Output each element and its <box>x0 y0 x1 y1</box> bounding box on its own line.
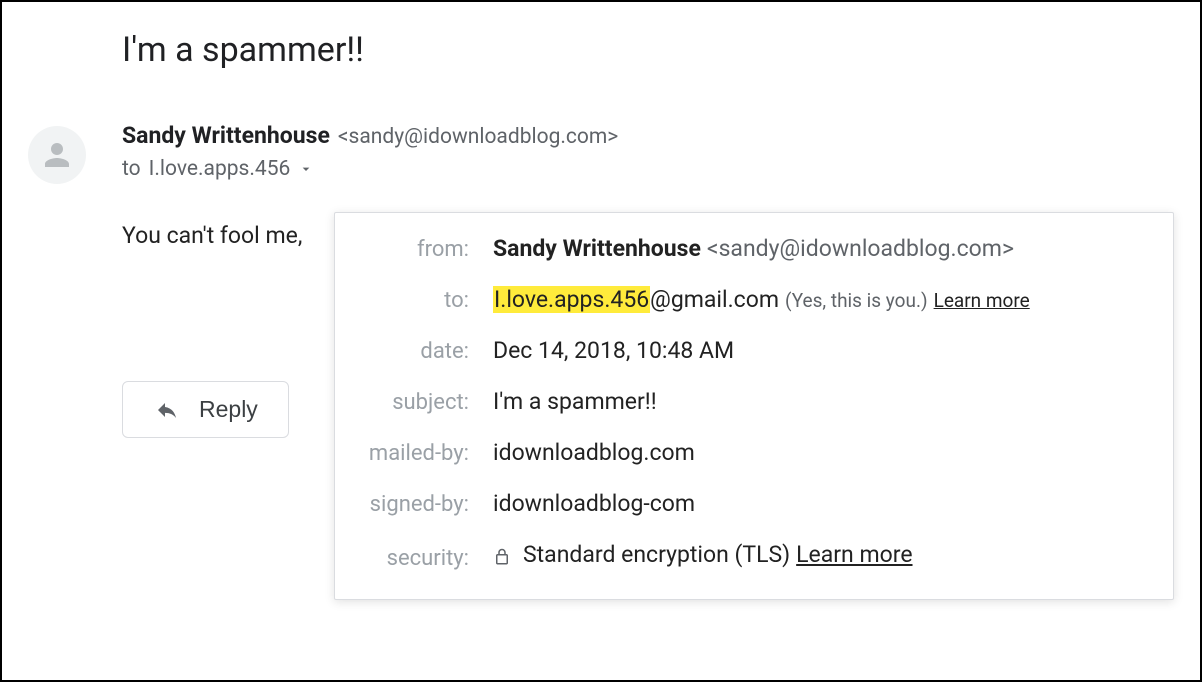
details-subject-label: subject: <box>363 390 493 415</box>
details-to-row: to: I.love.apps.456@gmail.com (Yes, this… <box>363 286 1145 313</box>
details-date-value: Dec 14, 2018, 10:48 AM <box>493 337 734 364</box>
details-subject-row: subject: I'm a spammer!! <box>363 388 1145 415</box>
details-date-row: date: Dec 14, 2018, 10:48 AM <box>363 337 1145 364</box>
avatar <box>28 126 86 184</box>
sender-name: Sandy Writtenhouse <box>122 122 330 149</box>
to-prefix: to <box>122 157 141 181</box>
reply-icon <box>153 398 181 422</box>
details-to-address: I.love.apps.456@gmail.com <box>493 286 779 313</box>
details-from-name: Sandy Writtenhouse <box>493 235 701 262</box>
details-mailed-by-value: idownloadblog.com <box>493 439 695 466</box>
details-mailed-by-label: mailed-by: <box>363 441 493 466</box>
caret-down-icon <box>298 161 314 177</box>
reply-label: Reply <box>199 396 258 423</box>
details-subject-value: I'm a spammer!! <box>493 388 657 415</box>
message-details-popup: from: Sandy Writtenhouse <sandy@idownloa… <box>334 212 1174 600</box>
show-details-toggle[interactable] <box>298 161 314 177</box>
email-subject: I'm a spammer!! <box>122 30 1200 70</box>
details-signed-by-label: signed-by: <box>363 492 493 517</box>
details-date-label: date: <box>363 339 493 364</box>
to-recipient: I.love.apps.456 <box>149 157 291 181</box>
message-header: Sandy Writtenhouse <sandy@idownloadblog.… <box>28 126 1200 184</box>
person-icon <box>39 137 75 173</box>
details-security-row: security: Standard encryption (TLS) Lear… <box>363 541 1145 571</box>
details-to-highlight: I.love.apps.456 <box>493 286 650 313</box>
details-to-label: to: <box>363 288 493 313</box>
details-security-text: Standard encryption (TLS) <box>523 541 790 568</box>
details-security-label: security: <box>363 546 493 571</box>
details-from-email: <sandy@idownloadblog.com> <box>707 235 1014 262</box>
security-learn-more-link[interactable]: Learn more <box>796 541 912 568</box>
details-to-rest: @gmail.com <box>650 286 779 313</box>
details-from-row: from: Sandy Writtenhouse <sandy@idownloa… <box>363 235 1145 262</box>
sender-line: Sandy Writtenhouse <sandy@idownloadblog.… <box>122 122 618 149</box>
details-signed-by-value: idownloadblog-com <box>493 490 695 517</box>
to-line[interactable]: to I.love.apps.456 <box>122 157 618 181</box>
details-to-note: (Yes, this is you.) <box>785 289 928 312</box>
reply-button[interactable]: Reply <box>122 381 289 438</box>
details-from-label: from: <box>363 237 493 262</box>
lock-icon <box>493 547 511 567</box>
to-learn-more-link[interactable]: Learn more <box>934 289 1030 312</box>
details-mailed-by-row: mailed-by: idownloadblog.com <box>363 439 1145 466</box>
details-signed-by-row: signed-by: idownloadblog-com <box>363 490 1145 517</box>
sender-email: <sandy@idownloadblog.com> <box>338 125 618 149</box>
